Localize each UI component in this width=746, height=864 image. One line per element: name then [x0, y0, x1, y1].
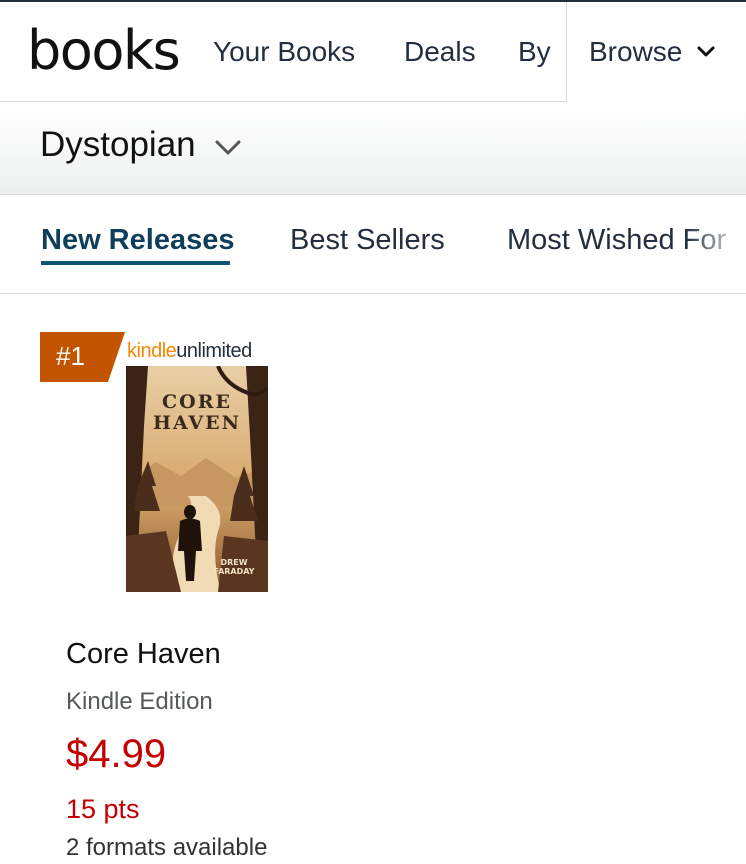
product-points: 15 pts	[66, 794, 140, 824]
product-edition: Kindle Edition	[66, 688, 213, 715]
cover-title-line2: HAVEN	[153, 412, 241, 434]
cover-author-line1: DREW	[220, 558, 247, 567]
active-tab-indicator	[41, 261, 230, 265]
tab-new-releases[interactable]: New Releases	[41, 220, 234, 260]
browse-label: Browse	[589, 36, 683, 67]
chevron-down-icon	[215, 140, 241, 155]
tabs-scroll-fade	[686, 195, 746, 293]
nav-by-label: By	[518, 36, 551, 67]
product-title[interactable]: Core Haven	[66, 636, 221, 672]
cover-title-line1: CORE	[162, 391, 232, 413]
rank-number: #1	[56, 341, 85, 371]
cover-author-line2: FARADAY	[214, 567, 255, 576]
kindle-unlimited-badge: kindleunlimited	[127, 338, 252, 364]
category-selector[interactable]: Dystopian	[0, 102, 746, 195]
tab-best-sellers[interactable]: Best Sellers	[290, 220, 445, 260]
book-cover-image[interactable]: CORE HAVEN DREW FARADAY	[126, 366, 268, 592]
unlimited-text: unlimited	[176, 340, 252, 362]
nav-deals[interactable]: Deals	[404, 32, 476, 72]
kindle-text: kindle	[127, 340, 177, 362]
books-logo[interactable]: books	[27, 16, 181, 86]
product-card[interactable]: #1 kindleunlimited CORE HAVEN DREW FARAD…	[0, 294, 746, 861]
list-tabs: New Releases Best Sellers Most Wished Fo…	[0, 195, 746, 294]
product-price: $4.99	[66, 732, 167, 776]
chevron-down-icon	[697, 46, 715, 57]
browse-menu-button[interactable]: Browse	[566, 2, 746, 102]
nav-your-books[interactable]: Your Books	[213, 32, 355, 72]
nav-clipped-item[interactable]: By	[518, 32, 568, 72]
category-label: Dystopian	[40, 125, 196, 164]
formats-available-link[interactable]: 2 formats available	[66, 832, 267, 864]
top-nav-bar: books Your Books Deals By Browse	[0, 0, 746, 102]
